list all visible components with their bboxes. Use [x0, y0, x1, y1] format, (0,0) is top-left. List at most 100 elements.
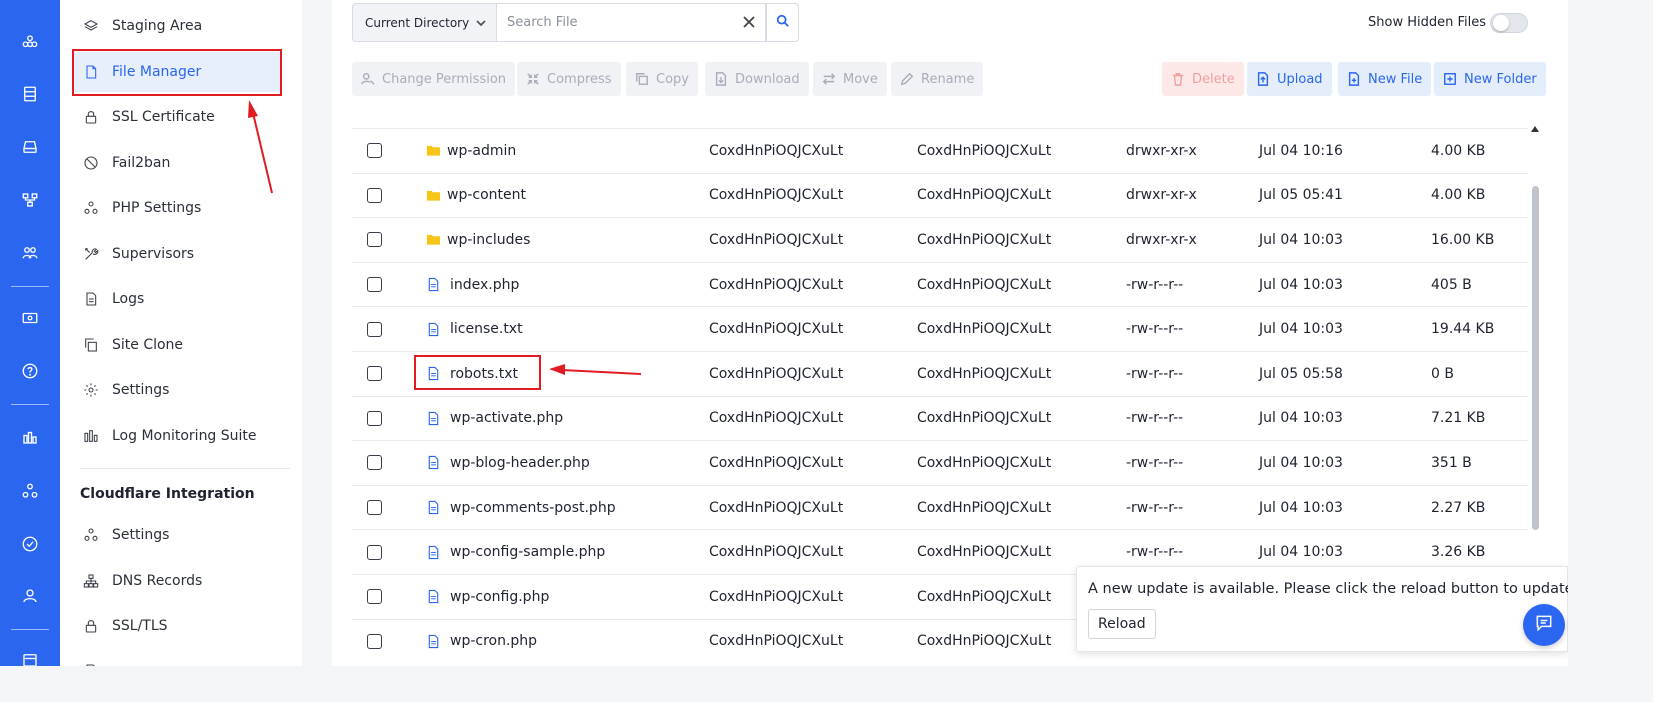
file-group: CoxdHnPiOQJCXuLt: [917, 454, 1052, 471]
file-modified: Jul 04 10:03: [1259, 454, 1343, 471]
file-name[interactable]: index.php: [450, 277, 519, 293]
lock-icon: [82, 617, 100, 635]
search-button[interactable]: [766, 3, 799, 42]
file-name[interactable]: wp-activate.php: [450, 410, 563, 426]
billing-icon[interactable]: [18, 306, 42, 330]
new-file-button[interactable]: New File: [1338, 62, 1432, 96]
file-name[interactable]: wp-comments-post.php: [450, 500, 616, 516]
file-permissions: -rw-r--r--: [1126, 365, 1184, 382]
file-group: CoxdHnPiOQJCXuLt: [917, 321, 1052, 338]
file-permissions: drwxr-xr-x: [1126, 142, 1197, 159]
search-input[interactable]: [496, 3, 766, 42]
row-checkbox[interactable]: [367, 143, 382, 159]
download-button[interactable]: Download: [705, 62, 809, 96]
table-row[interactable]: wp-content CoxdHnPiOQJCXuLt CoxdHnPiOQJCXu…: [352, 172, 1528, 218]
scrollbar-thumb[interactable]: [1532, 186, 1539, 530]
sidebar-item-logs[interactable]: Logs: [72, 279, 282, 319]
chart-icon[interactable]: [18, 425, 42, 449]
nodes-icon: [82, 199, 100, 217]
row-checkbox[interactable]: [367, 410, 382, 426]
row-checkbox[interactable]: [367, 500, 382, 516]
table-row[interactable]: wp-includes CoxdHnPiOQJCXuLt CoxdHnPiOQJCX…: [352, 217, 1528, 262]
table-row[interactable]: wp-admin CoxdHnPiOQJCXuLt CoxdHnPiOQJCXuLt…: [352, 128, 1528, 173]
drive-icon[interactable]: [18, 135, 42, 159]
change-permission-button[interactable]: Change Permission: [352, 62, 516, 96]
calendar-icon[interactable]: [18, 648, 42, 666]
file-owner: CoxdHnPiOQJCXuLt: [709, 365, 844, 382]
table-row[interactable]: license.txt CoxdHnPiOQJCXuLt CoxdHnPiOQJCX…: [352, 306, 1528, 351]
sidebar-item-cf-settings[interactable]: Settings: [72, 515, 282, 555]
row-checkbox[interactable]: [367, 544, 382, 560]
file-modified: Jul 04 10:03: [1259, 410, 1343, 427]
sidebar-item-fail2ban[interactable]: Fail2ban: [72, 143, 282, 183]
move-button[interactable]: Move: [813, 62, 887, 96]
help-icon[interactable]: [18, 359, 42, 383]
row-checkbox[interactable]: [367, 633, 382, 649]
team-icon[interactable]: [18, 241, 42, 265]
show-hidden-files-toggle[interactable]: [1490, 13, 1528, 33]
scroll-up-arrow-icon[interactable]: [1530, 118, 1540, 132]
reload-button[interactable]: Reload: [1088, 609, 1156, 639]
document-icon: [82, 290, 100, 308]
sidebar-item-site-clone[interactable]: Site Clone: [72, 325, 282, 365]
update-toast: A new update is available. Please click …: [1076, 566, 1568, 652]
sidebar-item-more[interactable]: [72, 651, 282, 666]
table-row[interactable]: wp-comments-post.php CoxdHnPiOQJCXuLt Coxd…: [352, 484, 1528, 530]
file-name[interactable]: wp-config-sample.php: [450, 544, 605, 560]
button-label: Change Permission: [382, 71, 507, 87]
network-icon[interactable]: [18, 188, 42, 212]
sidebar-item-staging-area[interactable]: Staging Area: [72, 6, 282, 46]
nodes-icon[interactable]: [18, 479, 42, 503]
sidebar-item-label: Supervisors: [112, 246, 195, 262]
server-icon[interactable]: [18, 82, 42, 106]
chat-button[interactable]: [1523, 604, 1565, 646]
sidebar-item-php-settings[interactable]: PHP Settings: [72, 188, 282, 228]
row-checkbox[interactable]: [367, 455, 382, 471]
rename-button[interactable]: Rename: [891, 62, 984, 96]
file-name[interactable]: wp-blog-header.php: [450, 455, 590, 471]
sidebar-item-label: DNS Records: [112, 573, 203, 589]
copy-button[interactable]: Copy: [626, 62, 698, 96]
compress-button[interactable]: Compress: [517, 62, 621, 96]
file-name[interactable]: wp-content: [447, 187, 526, 203]
check-icon[interactable]: [18, 532, 42, 556]
file-name[interactable]: wp-config.php: [450, 589, 549, 605]
file-name[interactable]: license.txt: [450, 321, 523, 337]
upload-button[interactable]: Upload: [1247, 62, 1332, 96]
file-name[interactable]: wp-cron.php: [450, 633, 537, 649]
file-icon: [425, 410, 441, 426]
file-group: CoxdHnPiOQJCXuLt: [917, 410, 1052, 427]
new-folder-button[interactable]: New Folder: [1434, 62, 1546, 96]
sidebar-item-dns-records[interactable]: DNS Records: [72, 561, 282, 601]
row-checkbox[interactable]: [367, 589, 382, 605]
file-group: CoxdHnPiOQJCXuLt: [917, 588, 1052, 605]
sidebar: Staging Area File Manager SSL Certificat…: [60, 0, 302, 666]
folder-icon: [425, 232, 441, 248]
download-icon: [714, 72, 729, 87]
table-row[interactable]: index.php CoxdHnPiOQJCXuLt CoxdHnPiOQJCXuL…: [352, 261, 1528, 307]
sidebar-divider: [80, 468, 290, 469]
file-name[interactable]: wp-includes: [447, 232, 530, 248]
file-name[interactable]: wp-admin: [447, 143, 516, 159]
row-checkbox[interactable]: [367, 366, 382, 382]
delete-button[interactable]: Delete: [1162, 62, 1244, 96]
sidebar-item-log-monitoring-suite[interactable]: Log Monitoring Suite: [72, 416, 282, 456]
sidebar-item-supervisors[interactable]: Supervisors: [72, 234, 282, 274]
file-owner: CoxdHnPiOQJCXuLt: [709, 276, 844, 293]
sidebar-item-ssl-tls[interactable]: SSL/TLS: [72, 606, 282, 646]
close-icon[interactable]: [742, 14, 756, 28]
button-label: Upload: [1277, 71, 1323, 87]
sidebar-item-settings[interactable]: Settings: [72, 370, 282, 410]
row-checkbox[interactable]: [367, 232, 382, 248]
support-icon[interactable]: [18, 584, 42, 608]
directory-select[interactable]: Current Directory: [352, 3, 497, 42]
table-row[interactable]: wp-blog-header.php CoxdHnPiOQJCXuLt CoxdHn…: [352, 440, 1528, 485]
row-checkbox[interactable]: [367, 277, 382, 293]
new-folder-icon: [1443, 72, 1458, 87]
sidebar-section-title: Cloudflare Integration: [80, 486, 255, 502]
sidebar-item-ssl-certificate[interactable]: SSL Certificate: [72, 97, 282, 137]
table-row[interactable]: wp-activate.php CoxdHnPiOQJCXuLt CoxdHnPiO…: [352, 395, 1528, 441]
row-checkbox[interactable]: [367, 321, 382, 337]
row-checkbox[interactable]: [367, 187, 382, 203]
cluster-icon[interactable]: [18, 30, 42, 54]
